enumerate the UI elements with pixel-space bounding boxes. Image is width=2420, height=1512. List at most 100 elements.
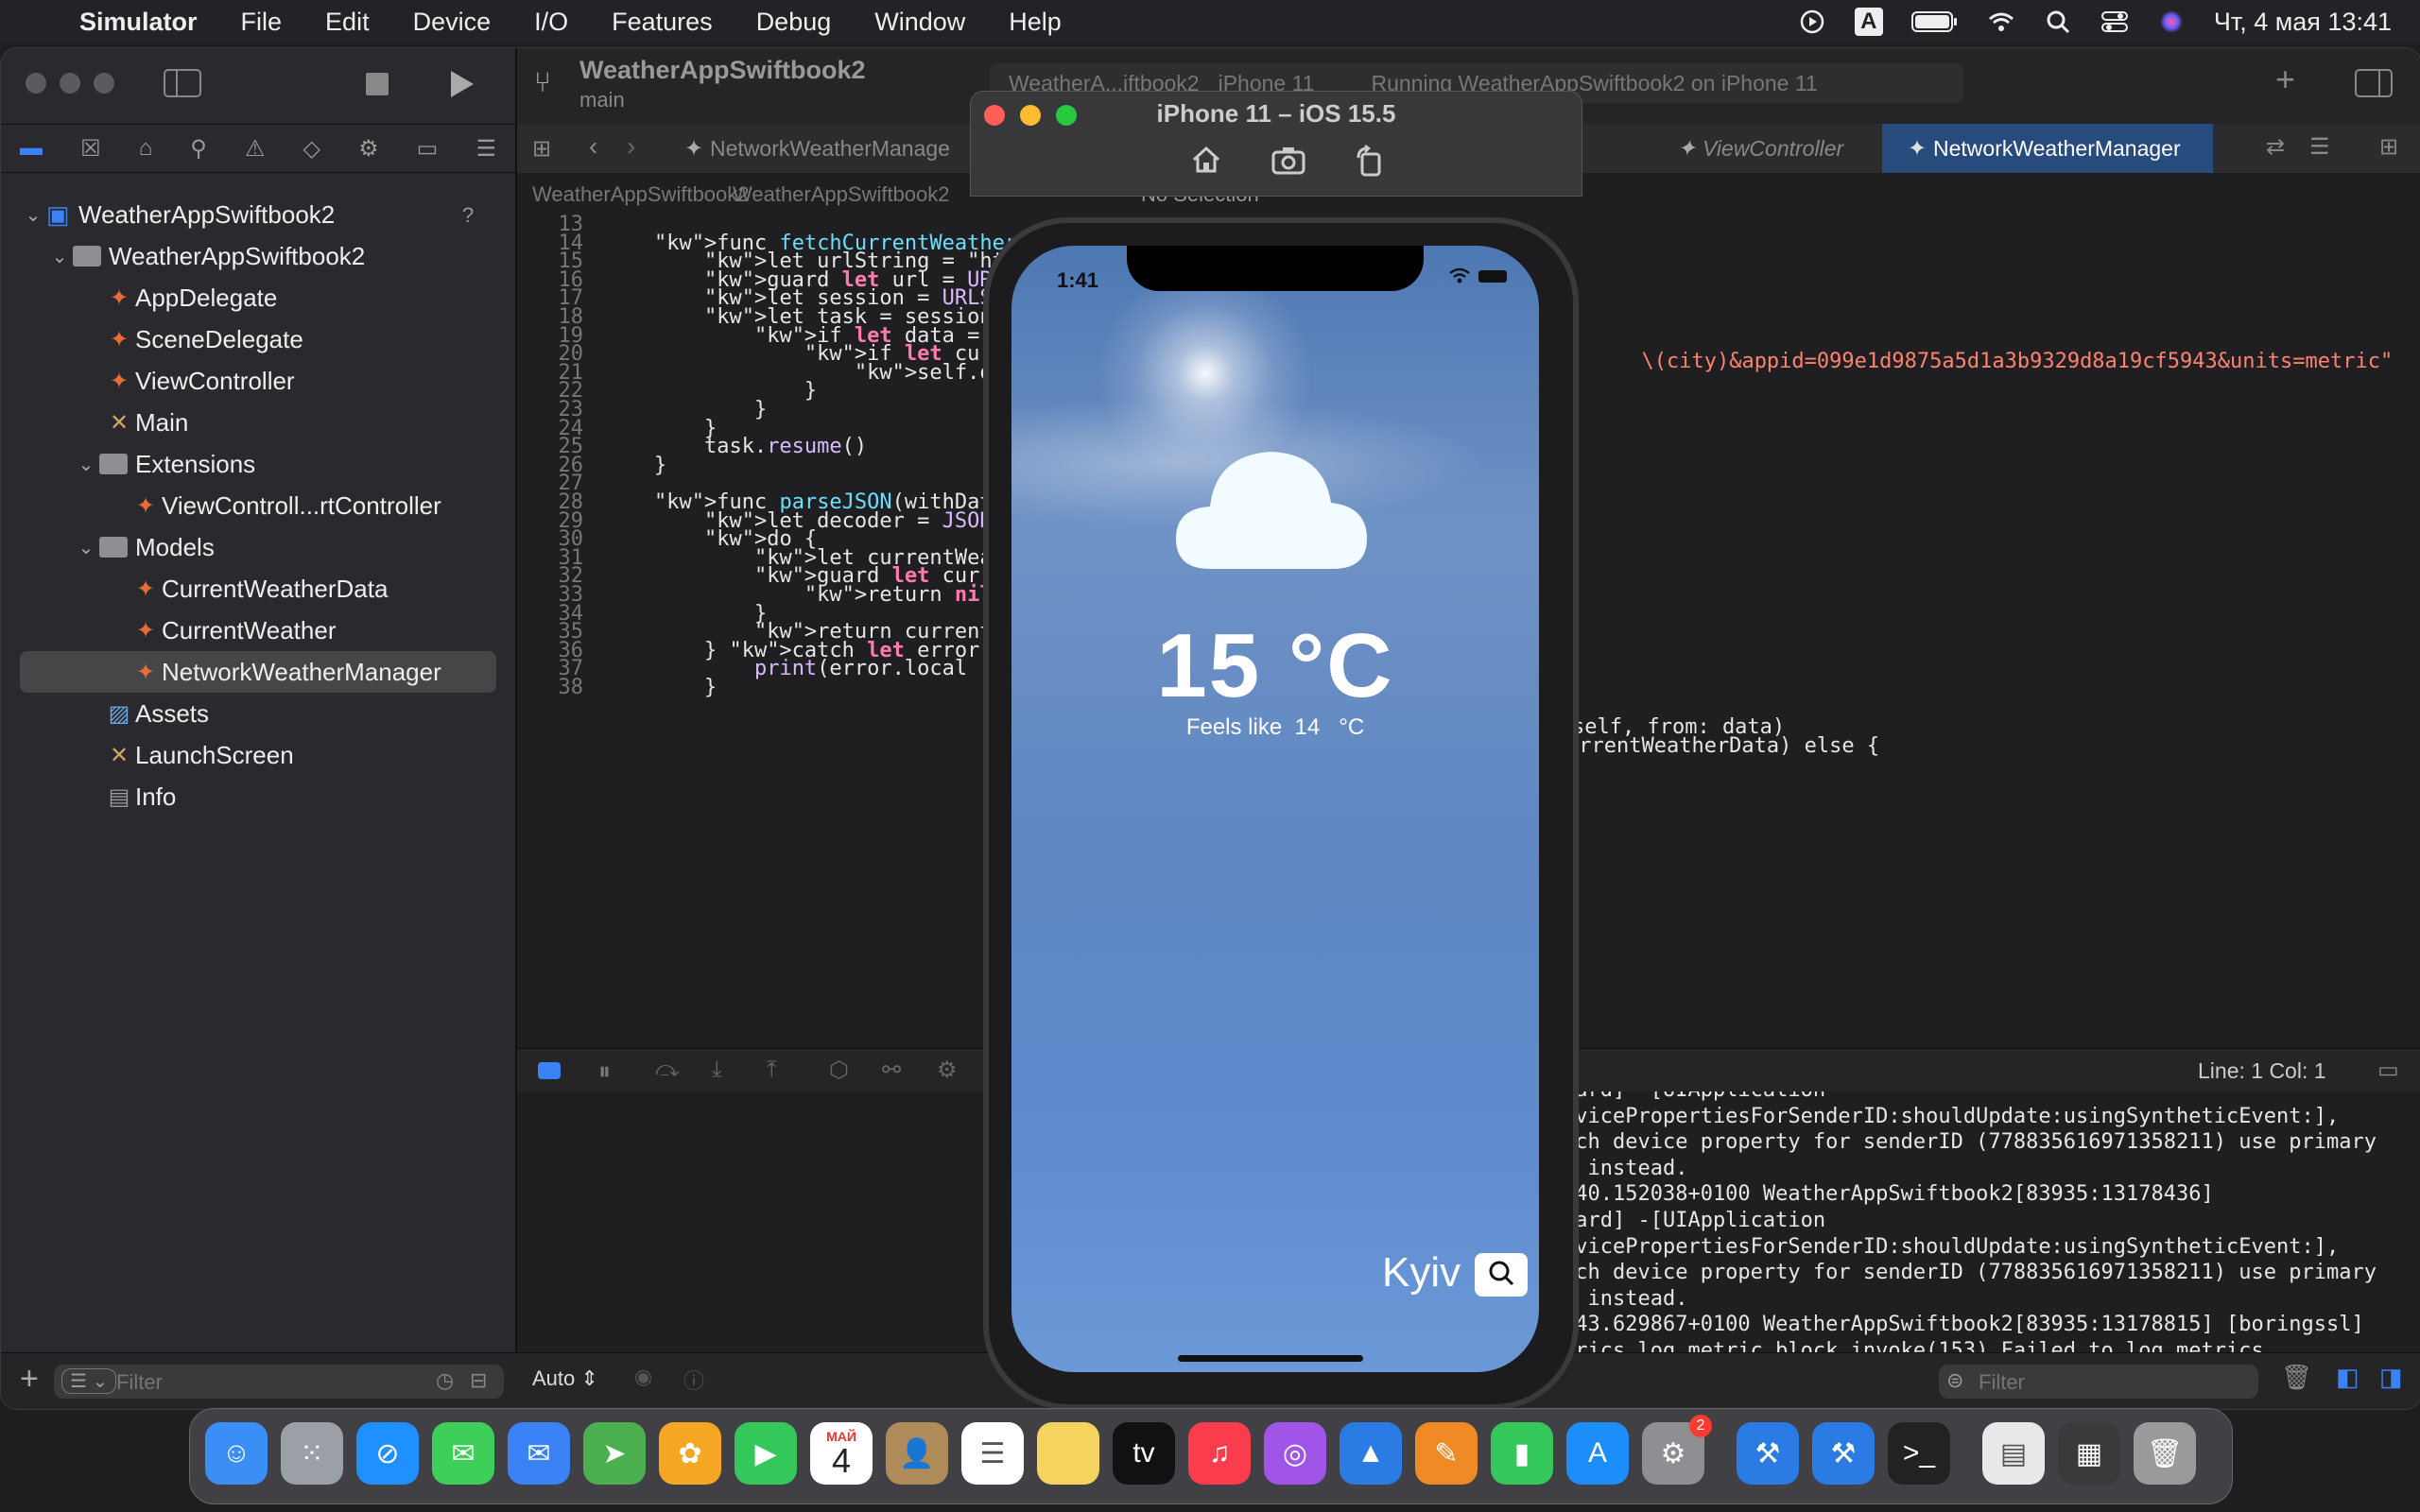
tab-view-controller[interactable]: ✦ ViewController: [1651, 124, 1878, 173]
report-navigator-icon[interactable]: ☰: [475, 135, 496, 163]
jump-project[interactable]: WeatherAppSwiftbook2: [532, 182, 750, 207]
chevron-left-icon[interactable]: ‹: [589, 131, 597, 162]
tab-network-left[interactable]: ✦ NetworkWeatherManage: [659, 124, 990, 173]
nav-folder-row[interactable]: ⌄ Extensions: [73, 443, 256, 485]
chevron-down-icon[interactable]: ⌄: [46, 245, 73, 268]
debug-navigator-icon[interactable]: ⚙: [358, 135, 379, 163]
menu-device[interactable]: Device: [413, 8, 492, 37]
iphone-screen[interactable]: 1:41 15 °C Feels like 14 °C Kyiv: [1011, 246, 1539, 1372]
pages-icon[interactable]: ✎: [1415, 1422, 1478, 1485]
appstore-icon[interactable]: A: [1566, 1422, 1629, 1485]
maps-icon[interactable]: ➤: [583, 1422, 646, 1485]
screenshot-icon[interactable]: [1271, 146, 1305, 180]
scheme-title[interactable]: WeatherAppSwiftbook2: [579, 56, 866, 85]
add-file-icon[interactable]: +: [20, 1361, 39, 1398]
console-toggle-icon[interactable]: [538, 1062, 561, 1079]
screenshot-icon[interactable]: ▦: [2058, 1422, 2120, 1485]
settings-icon[interactable]: ⚙ 2: [1642, 1415, 1712, 1485]
keyboard-input-icon[interactable]: A: [1854, 8, 1883, 36]
info-icon[interactable]: ⓘ: [683, 1365, 704, 1395]
document-icon[interactable]: ▤: [1982, 1422, 2045, 1485]
menu-datetime[interactable]: Чт, 4 мая 13:41: [2214, 8, 2392, 37]
menu-debug[interactable]: Debug: [756, 8, 832, 37]
eye-icon[interactable]: ◉: [634, 1365, 652, 1389]
messages-icon[interactable]: ✉: [432, 1422, 494, 1485]
nav-file-row[interactable]: ✦ CurrentWeatherData: [130, 568, 388, 610]
chevron-down-icon[interactable]: ⌄: [20, 203, 46, 227]
stop-button[interactable]: [366, 73, 389, 95]
nav-folder-row[interactable]: ⌄ Models: [73, 526, 215, 568]
panel-toggle-icon[interactable]: ▭: [2377, 1057, 2399, 1084]
view-debugger-icon[interactable]: ⬡: [829, 1057, 849, 1084]
nav-file-row[interactable]: ✕ LaunchScreen: [103, 734, 294, 776]
swap-icon[interactable]: ⇄: [2266, 133, 2285, 161]
trash-icon[interactable]: 🗑: [2134, 1422, 2196, 1485]
podcasts-icon[interactable]: ◎: [1264, 1422, 1326, 1485]
run-button[interactable]: [447, 69, 475, 104]
environment-icon[interactable]: ⚙: [937, 1057, 958, 1084]
wifi-icon[interactable]: [1987, 8, 2015, 36]
nav-project-row[interactable]: ⌄ ▣ WeatherAppSwiftbook2: [20, 194, 336, 235]
console-filter-input[interactable]: [1977, 1368, 2245, 1397]
home-icon[interactable]: [1190, 145, 1222, 180]
source-control-icon[interactable]: ☒: [80, 135, 101, 163]
keynote-icon[interactable]: ▲: [1340, 1422, 1402, 1485]
nav-file-row[interactable]: ✦ AppDelegate: [103, 277, 277, 318]
editor-options-icon[interactable]: ☰: [2309, 133, 2330, 161]
nav-group-row[interactable]: ⌄ WeatherAppSwiftbook2: [46, 235, 366, 277]
folder-navigator-icon[interactable]: ▬: [20, 135, 43, 162]
step-out-icon[interactable]: ⤒: [767, 1057, 777, 1083]
rotate-icon[interactable]: [1355, 145, 1385, 181]
scm-filter-icon[interactable]: ⊟: [470, 1368, 487, 1393]
pause-icon[interactable]: ⏸: [598, 1057, 611, 1087]
battery-icon[interactable]: [1910, 8, 1959, 36]
terminal-icon[interactable]: >_: [1888, 1422, 1950, 1485]
step-in-icon[interactable]: ⤓: [712, 1057, 722, 1083]
navigator-filter-input[interactable]: [114, 1368, 402, 1397]
contacts-icon[interactable]: 👤: [886, 1422, 948, 1485]
nav-file-row[interactable]: ▤ Info: [103, 776, 177, 817]
menu-help[interactable]: Help: [1009, 8, 1062, 37]
jump-group[interactable]: WeatherAppSwiftbook2: [733, 182, 950, 207]
menu-window[interactable]: Window: [874, 8, 965, 37]
tab-network-active[interactable]: ✦ NetworkWeatherManager: [1882, 124, 2213, 173]
chevron-down-icon[interactable]: ⌄: [73, 536, 99, 559]
nav-file-row-selected[interactable]: ✦ NetworkWeatherManager: [20, 651, 496, 693]
console-filter-field[interactable]: ⊜: [1939, 1365, 2258, 1399]
grid-icon[interactable]: ⊞: [532, 135, 551, 163]
symbol-navigator-icon[interactable]: ⌂: [139, 135, 153, 162]
launchpad-icon[interactable]: ⁙: [281, 1422, 343, 1485]
step-over-icon[interactable]: ⤼: [655, 1057, 680, 1083]
filter-options-icon[interactable]: ☰ ⌄: [61, 1368, 117, 1394]
breakpoint-navigator-icon[interactable]: ▭: [417, 135, 439, 163]
zoom-window-button[interactable]: [94, 73, 114, 94]
nav-file-row[interactable]: ✦ ViewController: [103, 360, 295, 402]
nav-file-row[interactable]: ▨ Assets: [103, 693, 209, 734]
xcode-beta-icon[interactable]: ⚒: [1812, 1422, 1875, 1485]
line-number[interactable]: 38: [517, 676, 584, 699]
sidebar-toggle-icon[interactable]: [164, 69, 201, 102]
music-icon[interactable]: ♫: [1188, 1422, 1251, 1485]
menu-features[interactable]: Features: [612, 8, 713, 37]
nav-file-row[interactable]: ✦ CurrentWeather: [130, 610, 337, 651]
reminders-icon[interactable]: ☰: [961, 1422, 1024, 1485]
photos-icon[interactable]: ✿: [659, 1422, 721, 1485]
finder-icon[interactable]: ☺: [205, 1422, 268, 1485]
recent-files-icon[interactable]: ◷: [436, 1368, 454, 1393]
trash-icon[interactable]: 🗑: [2281, 1363, 2312, 1392]
menu-app-name[interactable]: Simulator: [79, 8, 198, 37]
home-indicator[interactable]: [1178, 1355, 1363, 1362]
notes-icon[interactable]: [1037, 1422, 1099, 1485]
chevron-right-icon[interactable]: ›: [627, 131, 635, 162]
city-search-button[interactable]: [1475, 1253, 1528, 1297]
menu-io[interactable]: I/O: [534, 8, 568, 37]
nav-file-row[interactable]: ✦ ViewControll...rtController: [130, 485, 441, 526]
menu-edit[interactable]: Edit: [325, 8, 370, 37]
console-mode-select[interactable]: Auto ⇕: [532, 1366, 598, 1391]
inspector-toggle-icon[interactable]: [2355, 69, 2393, 102]
variables-view-icon[interactable]: ◧: [2336, 1363, 2360, 1392]
facetime-icon[interactable]: ▶: [735, 1422, 797, 1485]
find-navigator-icon[interactable]: ⚲: [190, 135, 207, 163]
calendar-icon[interactable]: МАЙ 4: [810, 1422, 873, 1485]
test-navigator-icon[interactable]: ◇: [303, 135, 320, 163]
